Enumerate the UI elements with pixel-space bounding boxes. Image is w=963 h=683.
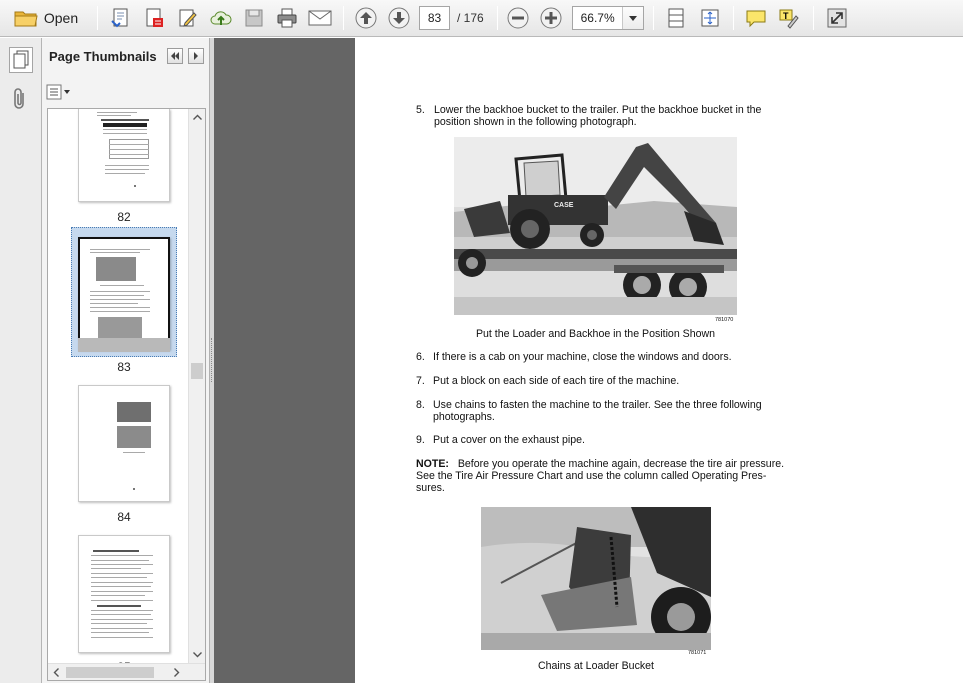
export-pdf-button[interactable] [141, 5, 167, 31]
previous-page-button[interactable] [353, 5, 379, 31]
note-label: NOTE: [416, 458, 449, 470]
zoom-select[interactable]: 66.7% [572, 6, 644, 30]
edit-pdf-button[interactable] [175, 5, 201, 31]
save-button[interactable] [241, 5, 267, 31]
photo-chains-at-loader-bucket [481, 507, 711, 650]
highlight-button[interactable]: T [776, 5, 802, 31]
printer-icon [277, 8, 297, 28]
scroll-down-icon[interactable] [193, 652, 202, 658]
save-icon [245, 9, 263, 27]
chevron-down-icon[interactable] [622, 7, 643, 29]
fit-page-button[interactable] [697, 5, 723, 31]
edit-icon [179, 9, 197, 27]
note-paragraph: NOTE: Before you operate the machine aga… [416, 458, 785, 494]
double-chevron-left-icon [171, 52, 179, 60]
fit-page-icon [701, 9, 719, 27]
zoom-value: 66.7% [580, 11, 615, 25]
chevron-right-icon [194, 52, 198, 60]
photo1-caption: Put the Loader and Backhoe in the Positi… [475, 328, 716, 340]
thumbnail-label-83: 83 [117, 360, 131, 374]
document-page: 5. Lower the backhoe bucket to the trail… [355, 38, 963, 683]
thumbnail-page-82[interactable] [78, 109, 170, 202]
photo-backhoe-on-trailer: CASE [454, 137, 737, 315]
open-label: Open [43, 10, 79, 26]
page-number-input[interactable]: 83 [419, 6, 450, 30]
step-6: 6. If there is a cab on your machine, cl… [416, 351, 732, 363]
step-9: 9. Put a cover on the exhaust pipe. [416, 434, 585, 446]
zoom-out-button[interactable] [505, 5, 531, 31]
attachments-tab[interactable] [9, 86, 31, 112]
thumbnail-horizontal-scrollbar[interactable] [48, 663, 205, 680]
expand-icon [827, 8, 847, 28]
envelope-icon [308, 10, 332, 26]
vertical-scroll-thumb[interactable] [191, 363, 203, 379]
collapse-panel-button[interactable] [167, 48, 183, 64]
step-5: 5. Lower the backhoe bucket to the trail… [416, 104, 762, 128]
step-7: 7. Put a block on each side of each tire… [416, 375, 680, 387]
page-thumbnails-tab[interactable] [9, 47, 33, 73]
thumbnail-vertical-scrollbar[interactable] [188, 109, 205, 665]
open-button[interactable]: Open [8, 5, 84, 31]
thumbnail-list: 82 83 84 [47, 108, 206, 681]
horizontal-scroll-thumb[interactable] [66, 667, 154, 678]
paperclip-icon [14, 88, 24, 109]
panel-title: Page Thumbnails [49, 49, 157, 64]
svg-text:CASE: CASE [554, 202, 574, 209]
toolbar: Open 83 / 176 66.7% T [0, 0, 963, 37]
email-button[interactable] [307, 5, 333, 31]
options-menu-icon [46, 84, 70, 100]
page-total: / 176 [457, 11, 484, 25]
create-pdf-icon [111, 8, 128, 28]
create-pdf-button[interactable] [108, 5, 134, 31]
photo2-caption: Chains at Loader Bucket [537, 660, 654, 672]
thumbnail-options-button[interactable] [46, 83, 72, 101]
scroll-right-icon[interactable] [174, 668, 180, 677]
pages-icon [13, 50, 29, 69]
thumbnail-label-84: 84 [117, 510, 131, 524]
scroll-up-icon[interactable] [193, 114, 202, 120]
photo1-id: 781070 [715, 317, 734, 323]
scroll-mode-button[interactable] [663, 5, 689, 31]
svg-text:T: T [783, 11, 789, 21]
upload-button[interactable] [208, 5, 234, 31]
thumbnail-page-84[interactable] [78, 385, 170, 502]
print-button[interactable] [274, 5, 300, 31]
pdf-file-icon [146, 8, 163, 27]
highlighter-icon: T [779, 9, 799, 29]
full-screen-button[interactable] [824, 5, 850, 31]
thumbnail-page-83[interactable] [78, 237, 170, 350]
arrow-down-icon [388, 7, 410, 29]
step-8: 8. Use chains to fasten the machine to t… [416, 399, 762, 423]
document-background [214, 38, 355, 683]
panel-next-button[interactable] [188, 48, 204, 64]
scroll-left-icon[interactable] [53, 668, 59, 677]
thumbnails-panel: Page Thumbnails 82 83 84 [42, 38, 210, 683]
plus-circle-icon [540, 7, 562, 29]
fit-width-icon [668, 8, 684, 28]
next-page-button[interactable] [386, 5, 412, 31]
thumbnail-label-82: 82 [117, 210, 131, 224]
comment-button[interactable] [743, 5, 769, 31]
folder-icon [14, 11, 38, 27]
minus-circle-icon [507, 7, 529, 29]
cloud-upload-icon [210, 11, 232, 25]
thumbnail-page-85[interactable] [78, 535, 170, 653]
arrow-up-icon [355, 7, 377, 29]
speech-bubble-icon [746, 10, 766, 28]
zoom-in-button[interactable] [538, 5, 564, 31]
navigation-rail [0, 38, 42, 683]
photo2-id: 781071 [688, 650, 707, 656]
